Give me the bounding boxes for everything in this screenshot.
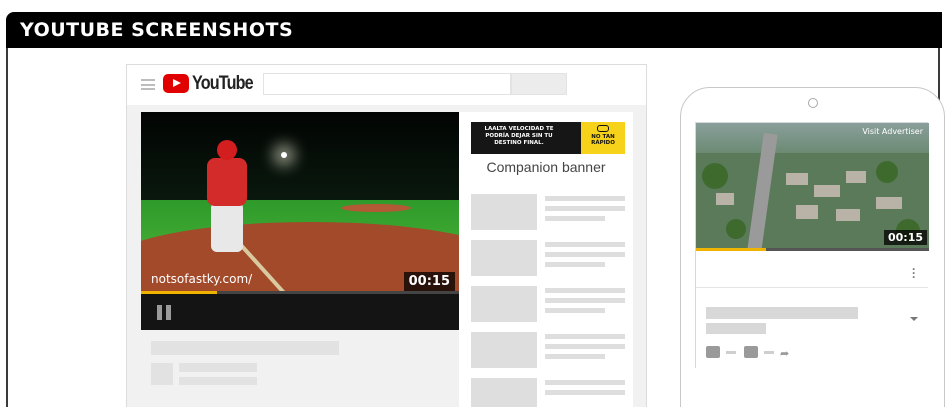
player-legs xyxy=(211,202,243,252)
tree xyxy=(702,163,728,189)
share-icon[interactable]: ➦ xyxy=(780,347,789,360)
pitchers-mound xyxy=(341,204,411,212)
rec-line xyxy=(545,298,625,303)
desktop-mockup: YouTube notsofastky.com/ 00:15 LAALTA VE… xyxy=(126,64,647,407)
rec-line xyxy=(545,216,605,221)
phone-screen: Visit Advertiser 00:15 · · · ➦ xyxy=(695,122,929,368)
like-count-placeholder xyxy=(726,351,736,354)
ad-brand: NO TAN RÁPIDO xyxy=(591,134,615,146)
tree xyxy=(726,219,746,239)
player-controls xyxy=(141,294,459,330)
recommended-thumbnail xyxy=(471,378,537,407)
house xyxy=(846,171,866,183)
video-watermark: notsofastky.com/ xyxy=(151,272,253,286)
house xyxy=(876,197,902,209)
rec-line xyxy=(545,288,625,293)
house xyxy=(814,185,840,197)
recommended-item[interactable] xyxy=(471,286,625,322)
chevron-down-icon[interactable] xyxy=(910,317,918,321)
car-icon xyxy=(597,125,609,132)
action-row: ➦ xyxy=(706,345,826,360)
recommended-thumbnail xyxy=(471,286,537,322)
channel-avatar-placeholder xyxy=(151,363,173,385)
companion-banner-label: Companion banner xyxy=(486,159,606,175)
rec-line xyxy=(545,196,625,201)
recommended-thumbnail xyxy=(471,332,537,368)
baseball-player xyxy=(201,140,300,310)
rec-line xyxy=(545,308,605,313)
recommended-item[interactable] xyxy=(471,194,625,230)
divider xyxy=(696,287,928,288)
menu-icon[interactable] xyxy=(141,79,155,90)
mobile-progress-fill xyxy=(696,248,766,251)
rec-line xyxy=(545,252,625,257)
mobile-title-placeholder xyxy=(706,307,858,319)
desktop-topbar: YouTube xyxy=(127,65,646,105)
house xyxy=(796,205,818,219)
mobile-video-player[interactable]: Visit Advertiser 00:15 xyxy=(696,123,929,251)
recommended-item[interactable] xyxy=(471,378,625,407)
ad-brand-panel: NO TAN RÁPIDO xyxy=(581,122,625,154)
thumbs-down-icon[interactable] xyxy=(744,346,758,358)
house xyxy=(716,193,734,205)
rec-line xyxy=(545,380,625,385)
search-button[interactable] xyxy=(511,73,567,95)
phone-mockup: Visit Advertiser 00:15 · · · ➦ xyxy=(680,87,945,407)
recommended-item[interactable] xyxy=(471,332,625,368)
phone-camera-icon xyxy=(808,98,818,108)
screenshot-frame: YOUTUBE SCREENSHOTS YouTube notsofastky.… xyxy=(0,0,946,407)
rec-line xyxy=(545,344,625,349)
dislike-count-placeholder xyxy=(764,351,774,354)
house xyxy=(786,173,808,185)
thumbs-up-icon[interactable] xyxy=(706,346,720,358)
rec-line xyxy=(545,242,625,247)
mobile-progress-bar[interactable] xyxy=(696,248,929,251)
video-player[interactable]: notsofastky.com/ 00:15 xyxy=(141,112,459,330)
sidebar: LAALTA VELOCIDAD TE PODRÍA DEJAR SIN TU … xyxy=(459,112,633,407)
house xyxy=(836,209,860,221)
player-helmet xyxy=(217,140,237,160)
page-title: YOUTUBE SCREENSHOTS xyxy=(20,19,294,41)
youtube-logo-text[interactable]: YouTube xyxy=(192,73,254,95)
channel-meta-placeholder xyxy=(179,377,257,385)
stadium-lights xyxy=(281,152,287,158)
player-torso xyxy=(207,158,247,206)
visit-advertiser-link[interactable]: Visit Advertiser xyxy=(862,127,923,136)
pause-icon[interactable] xyxy=(157,305,171,320)
youtube-logo-icon[interactable] xyxy=(163,74,189,93)
recommended-item[interactable] xyxy=(471,240,625,276)
rec-line xyxy=(545,354,605,359)
channel-name-placeholder xyxy=(179,363,257,372)
tree xyxy=(876,161,898,183)
more-options-icon[interactable]: · · · xyxy=(912,263,916,283)
mobile-ad-countdown: 00:15 xyxy=(883,230,927,245)
ad-headline: LAALTA VELOCIDAD TE PODRÍA DEJAR SIN TU … xyxy=(484,126,554,146)
rec-line xyxy=(545,390,625,395)
video-sky xyxy=(141,112,459,208)
rec-line xyxy=(545,206,625,211)
search-input[interactable] xyxy=(263,73,511,95)
recommended-thumbnail xyxy=(471,240,537,276)
mobile-subtitle-placeholder xyxy=(706,323,766,334)
video-title-placeholder xyxy=(151,341,339,355)
ad-countdown: 00:15 xyxy=(403,272,455,291)
companion-banner-ad[interactable]: LAALTA VELOCIDAD TE PODRÍA DEJAR SIN TU … xyxy=(471,122,625,154)
recommended-thumbnail xyxy=(471,194,537,230)
rec-line xyxy=(545,262,605,267)
rec-line xyxy=(545,334,625,339)
